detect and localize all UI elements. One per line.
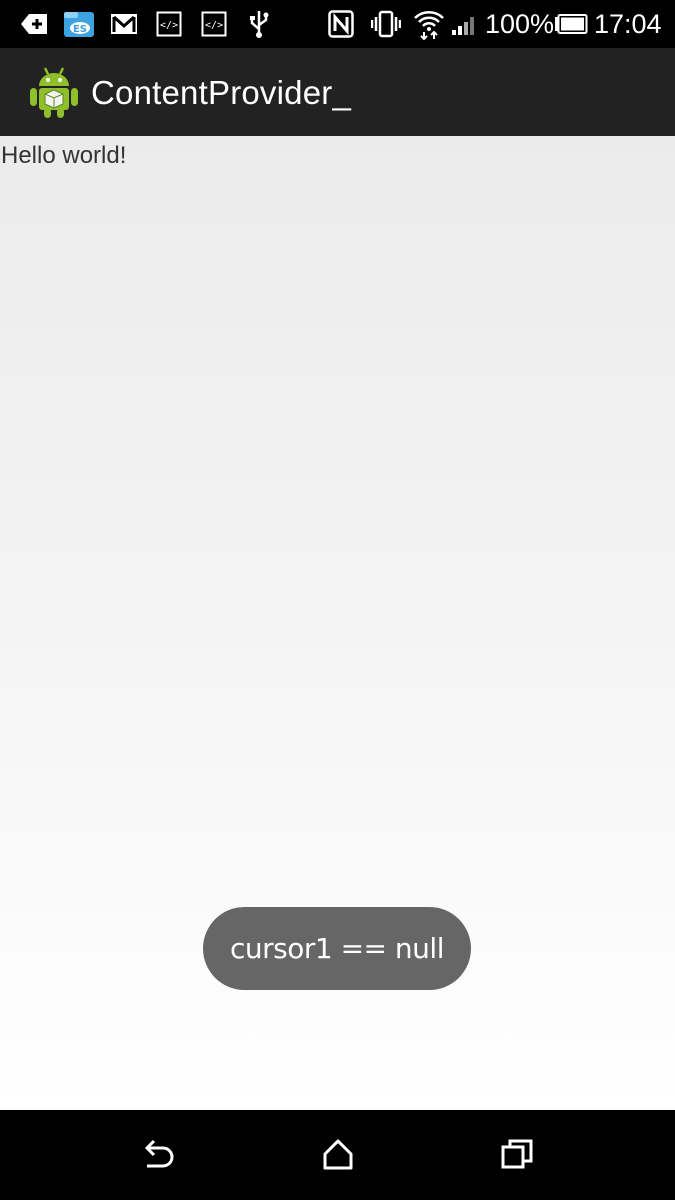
gmail-icon [109,8,139,40]
action-bar: ContentProvider_ [0,48,675,136]
hello-text: Hello world! [1,142,127,169]
battery-percentage: 100% [485,9,555,39]
back-icon[interactable] [135,1132,181,1178]
home-icon[interactable] [315,1132,361,1178]
navigation-bar [0,1110,675,1200]
toast-message: cursor1 == null [203,907,471,990]
battery-icon [553,8,589,40]
vibrate-icon [370,8,402,40]
signal-icon [450,8,480,40]
usb-icon [247,8,271,40]
svg-text:</>: </> [205,20,223,31]
android-icon [28,64,80,120]
svg-text:ES: ES [73,24,87,35]
nfc-icon [327,8,355,40]
wifi-icon [412,8,446,40]
app-title: ContentProvider_ [91,74,352,111]
code-icon: </> [200,8,228,40]
status-bar: ES </> </> 100% 17:04 [0,0,675,48]
recents-icon[interactable] [495,1132,541,1178]
file-manager-icon: ES [62,8,96,40]
svg-text:</>: </> [160,20,178,31]
code-icon: </> [155,8,183,40]
add-notification-icon [18,8,50,40]
clock: 17:04 [594,9,662,39]
main-content: Hello world! cursor1 == null [0,136,675,1110]
